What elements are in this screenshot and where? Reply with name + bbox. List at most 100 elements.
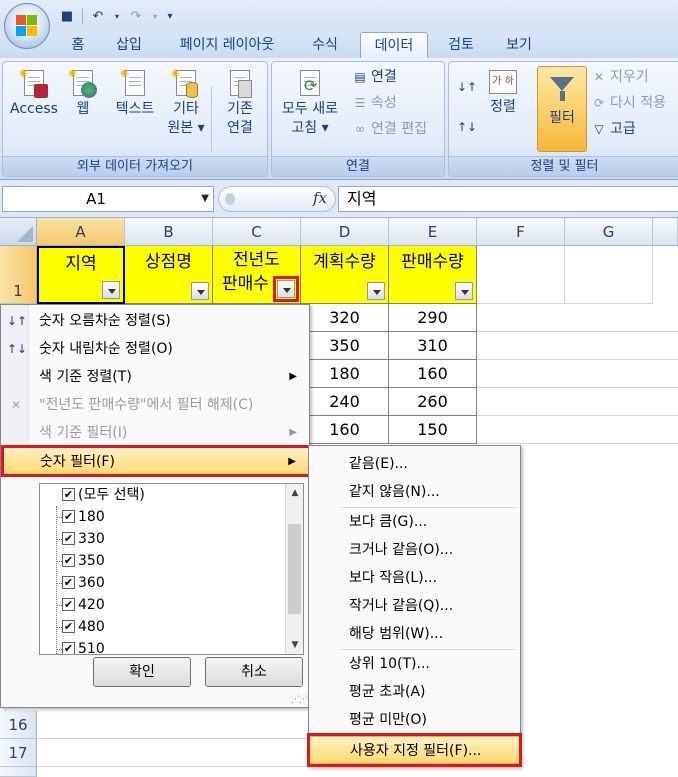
formula-input[interactable]: 지역 <box>338 186 678 212</box>
checkbox-checked-icon[interactable]: ✔ <box>62 642 75 654</box>
redo-dropdown-icon[interactable]: ▾ <box>151 7 159 25</box>
grid-area-bottom[interactable] <box>37 711 308 777</box>
scroll-down-icon[interactable]: ▼ <box>286 636 303 654</box>
submenu-below-average[interactable]: 평균 미만(O) <box>309 706 520 734</box>
column-header-g[interactable]: G <box>565 218 653 246</box>
submenu-between[interactable]: 해당 범위(W)... <box>309 620 520 648</box>
tab-data[interactable]: 데이터 <box>360 32 428 58</box>
sort-ascending-button[interactable]: ↓↑ <box>457 76 477 98</box>
cell-d3[interactable]: 350 <box>301 332 389 360</box>
submenu-top-10[interactable]: 상위 10(T)... <box>309 650 520 678</box>
cell-e4[interactable]: 160 <box>389 360 477 388</box>
cell-e1[interactable]: 판매수량 <box>389 246 477 304</box>
column-header-a[interactable]: A <box>37 218 125 246</box>
menu-filter-by-color[interactable]: 색 기준 필터(I) ▶ <box>1 419 309 447</box>
undo-icon[interactable]: ↶ <box>89 7 107 25</box>
filter-value-list[interactable]: ✔ (모두 선택) ✔ 180 ✔ 330 ✔ 350 ✔ 360 ✔ 420 <box>39 483 304 655</box>
checkbox-checked-icon[interactable]: ✔ <box>62 510 75 523</box>
tab-insert[interactable]: 삽입 <box>106 32 152 58</box>
submenu-above-average[interactable]: 평균 초과(A) <box>309 678 520 706</box>
filter-dropdown-b[interactable] <box>191 282 209 300</box>
row-header-16[interactable]: 16 <box>0 711 37 739</box>
other-sources-button[interactable]: ✷ 기타 원본 ▾ <box>163 67 209 138</box>
submenu-custom-filter[interactable]: 사용자 지정 필터(F)... <box>309 736 520 764</box>
cell-f1[interactable] <box>477 246 565 304</box>
scroll-thumb[interactable] <box>288 524 301 614</box>
name-box-dropdown-icon[interactable]: ▼ <box>201 187 209 211</box>
grid-area-right[interactable] <box>477 304 678 444</box>
cell-d1[interactable]: 계획수량 <box>301 246 389 304</box>
cell-d2[interactable]: 320 <box>301 304 389 332</box>
save-icon[interactable]: ■ <box>58 7 76 25</box>
cell-e5[interactable]: 260 <box>389 388 477 416</box>
cell-d4[interactable]: 180 <box>301 360 389 388</box>
menu-sort-ascending[interactable]: ↓↑ 숫자 오름차순 정렬(S) <box>1 307 309 335</box>
checkbox-checked-icon[interactable]: ✔ <box>62 598 75 611</box>
filter-dropdown-d[interactable] <box>367 282 385 300</box>
column-header-e[interactable]: E <box>389 218 477 246</box>
resize-grip-icon[interactable]: ⋰⋰ <box>291 695 308 705</box>
cell-d6[interactable]: 160 <box>301 416 389 444</box>
cell-e3[interactable]: 310 <box>389 332 477 360</box>
resize-knob-icon[interactable] <box>225 193 235 205</box>
cell-e2[interactable]: 290 <box>389 304 477 332</box>
connections-button[interactable]: ▤ 연결 <box>352 66 396 88</box>
submenu-less-than[interactable]: 보다 작음(L)... <box>309 564 520 592</box>
checkbox-checked-icon[interactable]: ✔ <box>62 554 75 567</box>
cell-d5[interactable]: 240 <box>301 388 389 416</box>
submenu-greater-than[interactable]: 보다 큼(G)... <box>309 508 520 536</box>
sort-button[interactable]: 가 하 정렬 <box>483 70 523 117</box>
select-all-corner[interactable] <box>0 218 37 246</box>
filter-button[interactable]: 필터 <box>537 66 587 152</box>
existing-connections-button[interactable]: 기존 연결 <box>215 68 265 138</box>
filter-dropdown-a[interactable] <box>102 281 120 299</box>
submenu-equals[interactable]: 같음(E)... <box>309 450 520 478</box>
menu-sort-by-color[interactable]: 색 기준 정렬(T) ▶ <box>1 363 309 391</box>
office-button[interactable] <box>4 3 50 49</box>
tab-view[interactable]: 보기 <box>494 32 544 58</box>
filter-dropdown-c[interactable] <box>277 280 295 298</box>
text-button[interactable]: ✷ 텍스트 <box>107 67 163 119</box>
list-scrollbar[interactable]: ▲ ▼ <box>285 484 303 654</box>
checkbox-checked-icon[interactable]: ✔ <box>62 576 75 589</box>
sort-descending-button[interactable]: ↑↓ <box>457 116 477 138</box>
menu-number-filters[interactable]: 숫자 필터(F) ▶ <box>1 447 309 475</box>
cell-a1[interactable]: 지역 <box>37 246 125 304</box>
tab-review[interactable]: 검토 <box>436 32 486 58</box>
column-header-f[interactable]: F <box>477 218 565 246</box>
row-header-1[interactable]: 1 <box>0 246 37 304</box>
checkbox-checked-icon[interactable]: ✔ <box>62 488 75 501</box>
checkbox-checked-icon[interactable]: ✔ <box>62 620 75 633</box>
tab-formulas[interactable]: 수식 <box>300 32 350 58</box>
menu-clear-filter[interactable]: ✕ "전년도 판매수량"에서 필터 해제(C) <box>1 391 309 419</box>
cancel-button[interactable]: 취소 <box>205 657 303 687</box>
column-header-c[interactable]: C <box>213 218 301 246</box>
customize-qat-icon[interactable]: ▾ <box>165 7 175 25</box>
web-button[interactable]: ✷ 웹 <box>63 67 103 119</box>
properties-button[interactable]: ☰ 속성 <box>352 92 397 114</box>
ok-button[interactable]: 확인 <box>93 657 191 687</box>
edit-links-button[interactable]: ∞ 연결 편집 <box>352 118 427 140</box>
clear-button[interactable]: ✕ 지우기 <box>591 66 649 88</box>
advanced-button[interactable]: ▽ 고급 <box>591 118 635 140</box>
tab-page-layout[interactable]: 페이지 레이아웃 <box>164 32 290 58</box>
redo-icon[interactable]: ↷ <box>127 7 145 25</box>
checkbox-checked-icon[interactable]: ✔ <box>62 532 75 545</box>
row-header-17[interactable]: 17 <box>0 739 37 767</box>
scroll-up-icon[interactable]: ▲ <box>286 484 303 502</box>
row-header-18[interactable] <box>0 767 37 777</box>
submenu-not-equal[interactable]: 같지 않음(N)... <box>309 478 520 506</box>
cell-c1[interactable]: 전년도 판매수 <box>213 246 301 304</box>
insert-function-icon[interactable]: fx <box>313 189 327 207</box>
name-box[interactable]: A1 ▼ <box>2 186 214 212</box>
cell-g1[interactable] <box>565 246 653 304</box>
menu-sort-descending[interactable]: ↑↓ 숫자 내림차순 정렬(O) <box>1 335 309 363</box>
submenu-greater-or-equal[interactable]: 크거나 같음(O)... <box>309 536 520 564</box>
refresh-all-button[interactable]: ⟳ 모두 새로 고침 ▾ <box>274 68 346 138</box>
access-button[interactable]: ✷ Access <box>7 67 61 119</box>
filter-dropdown-e[interactable] <box>455 282 473 300</box>
column-header-d[interactable]: D <box>301 218 389 246</box>
column-header-partial[interactable] <box>653 218 678 246</box>
cell-e6[interactable]: 150 <box>389 416 477 444</box>
tab-home[interactable]: 홈 <box>60 32 96 58</box>
